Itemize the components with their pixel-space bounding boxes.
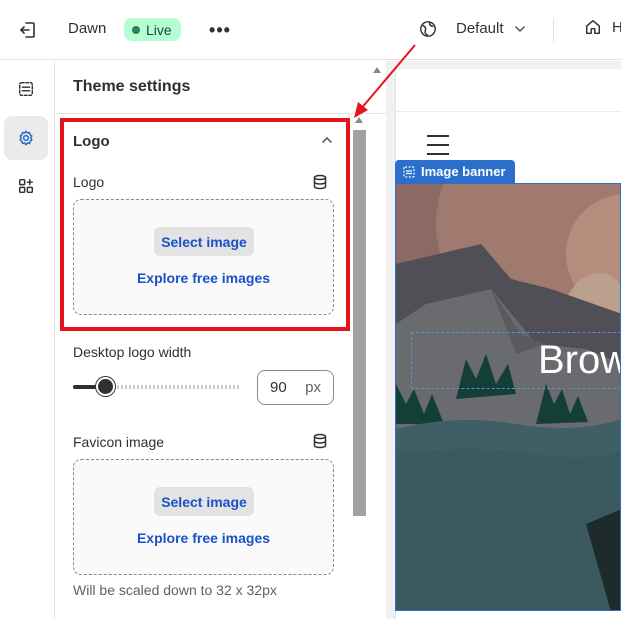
banner-heading[interactable]: Brow [538,338,620,383]
template-selector[interactable]: Default [456,20,526,37]
exit-icon [20,22,35,38]
favicon-explore-free-images-link[interactable]: Explore free images [74,530,333,546]
favicon-help-text: Will be scaled down to 32 x 32px [73,582,277,598]
app-embeds-tab-button[interactable] [4,164,48,208]
exit-editor-button[interactable] [14,16,42,44]
logo-width-input[interactable]: 90 px [257,370,334,405]
logo-section-heading[interactable]: Logo [73,133,110,150]
image-banner-section-tag[interactable]: Image banner [395,160,515,183]
more-actions-button[interactable]: ••• [206,17,234,43]
apps-icon [18,178,34,194]
favicon-select-image-button[interactable]: Select image [154,487,254,516]
dynamic-source-icon[interactable] [312,174,328,190]
panel-title: Theme settings [73,78,191,95]
logo-select-image-button[interactable]: Select image [154,227,254,256]
dynamic-source-icon[interactable] [312,433,328,449]
logo-field-label: Logo [73,174,105,190]
market-selector-button[interactable] [417,18,439,40]
template-selector-label: Default [456,20,504,37]
live-dot-icon [132,25,140,34]
logo-image-picker[interactable]: Select image Explore free images [73,199,334,315]
scroll-up-arrow-icon[interactable] [372,66,382,74]
chevron-down-icon [514,25,525,32]
theme-settings-panel: Theme settings Logo Logo Select image Ex… [56,61,386,619]
theme-settings-tab-button[interactable] [4,116,48,160]
editor-topbar: Dawn Live ••• Default H [0,0,621,60]
scroll-up-arrow-icon[interactable] [354,116,364,124]
section-icon [403,165,415,178]
page-selector-button[interactable]: H [584,18,621,36]
panel-scrollbar-thumb[interactable] [353,130,366,516]
logo-width-unit: px [305,379,321,396]
editor-left-rail [0,61,55,619]
favicon-image-picker[interactable]: Select image Explore free images [73,459,334,575]
topbar-divider [553,18,554,42]
image-banner-tag-label: Image banner [421,164,506,179]
chevron-up-icon [322,136,332,143]
image-banner-section[interactable]: Brow [395,183,621,611]
menu-icon[interactable] [427,135,449,157]
logo-explore-free-images-link[interactable]: Explore free images [74,270,333,286]
gear-icon [19,130,33,146]
page-selector-label: H [612,18,621,36]
preview-announcement-divider [395,111,621,112]
sections-icon [18,81,34,97]
desktop-logo-width-label: Desktop logo width [73,344,192,360]
favicon-label: Favicon image [73,434,165,450]
logo-width-value: 90 [270,379,287,396]
ellipsis-icon: ••• [209,19,231,40]
theme-name: Dawn [68,20,107,37]
globe-icon [420,21,436,37]
panel-divider [56,113,386,114]
banner-landscape-illustration [396,184,620,610]
sections-tab-button[interactable] [4,67,48,111]
logo-section-collapse-button[interactable] [318,131,336,149]
live-badge-label: Live [146,21,172,38]
logo-width-slider-thumb[interactable] [96,377,116,396]
live-status-badge: Live [124,18,181,41]
home-icon [585,19,601,35]
